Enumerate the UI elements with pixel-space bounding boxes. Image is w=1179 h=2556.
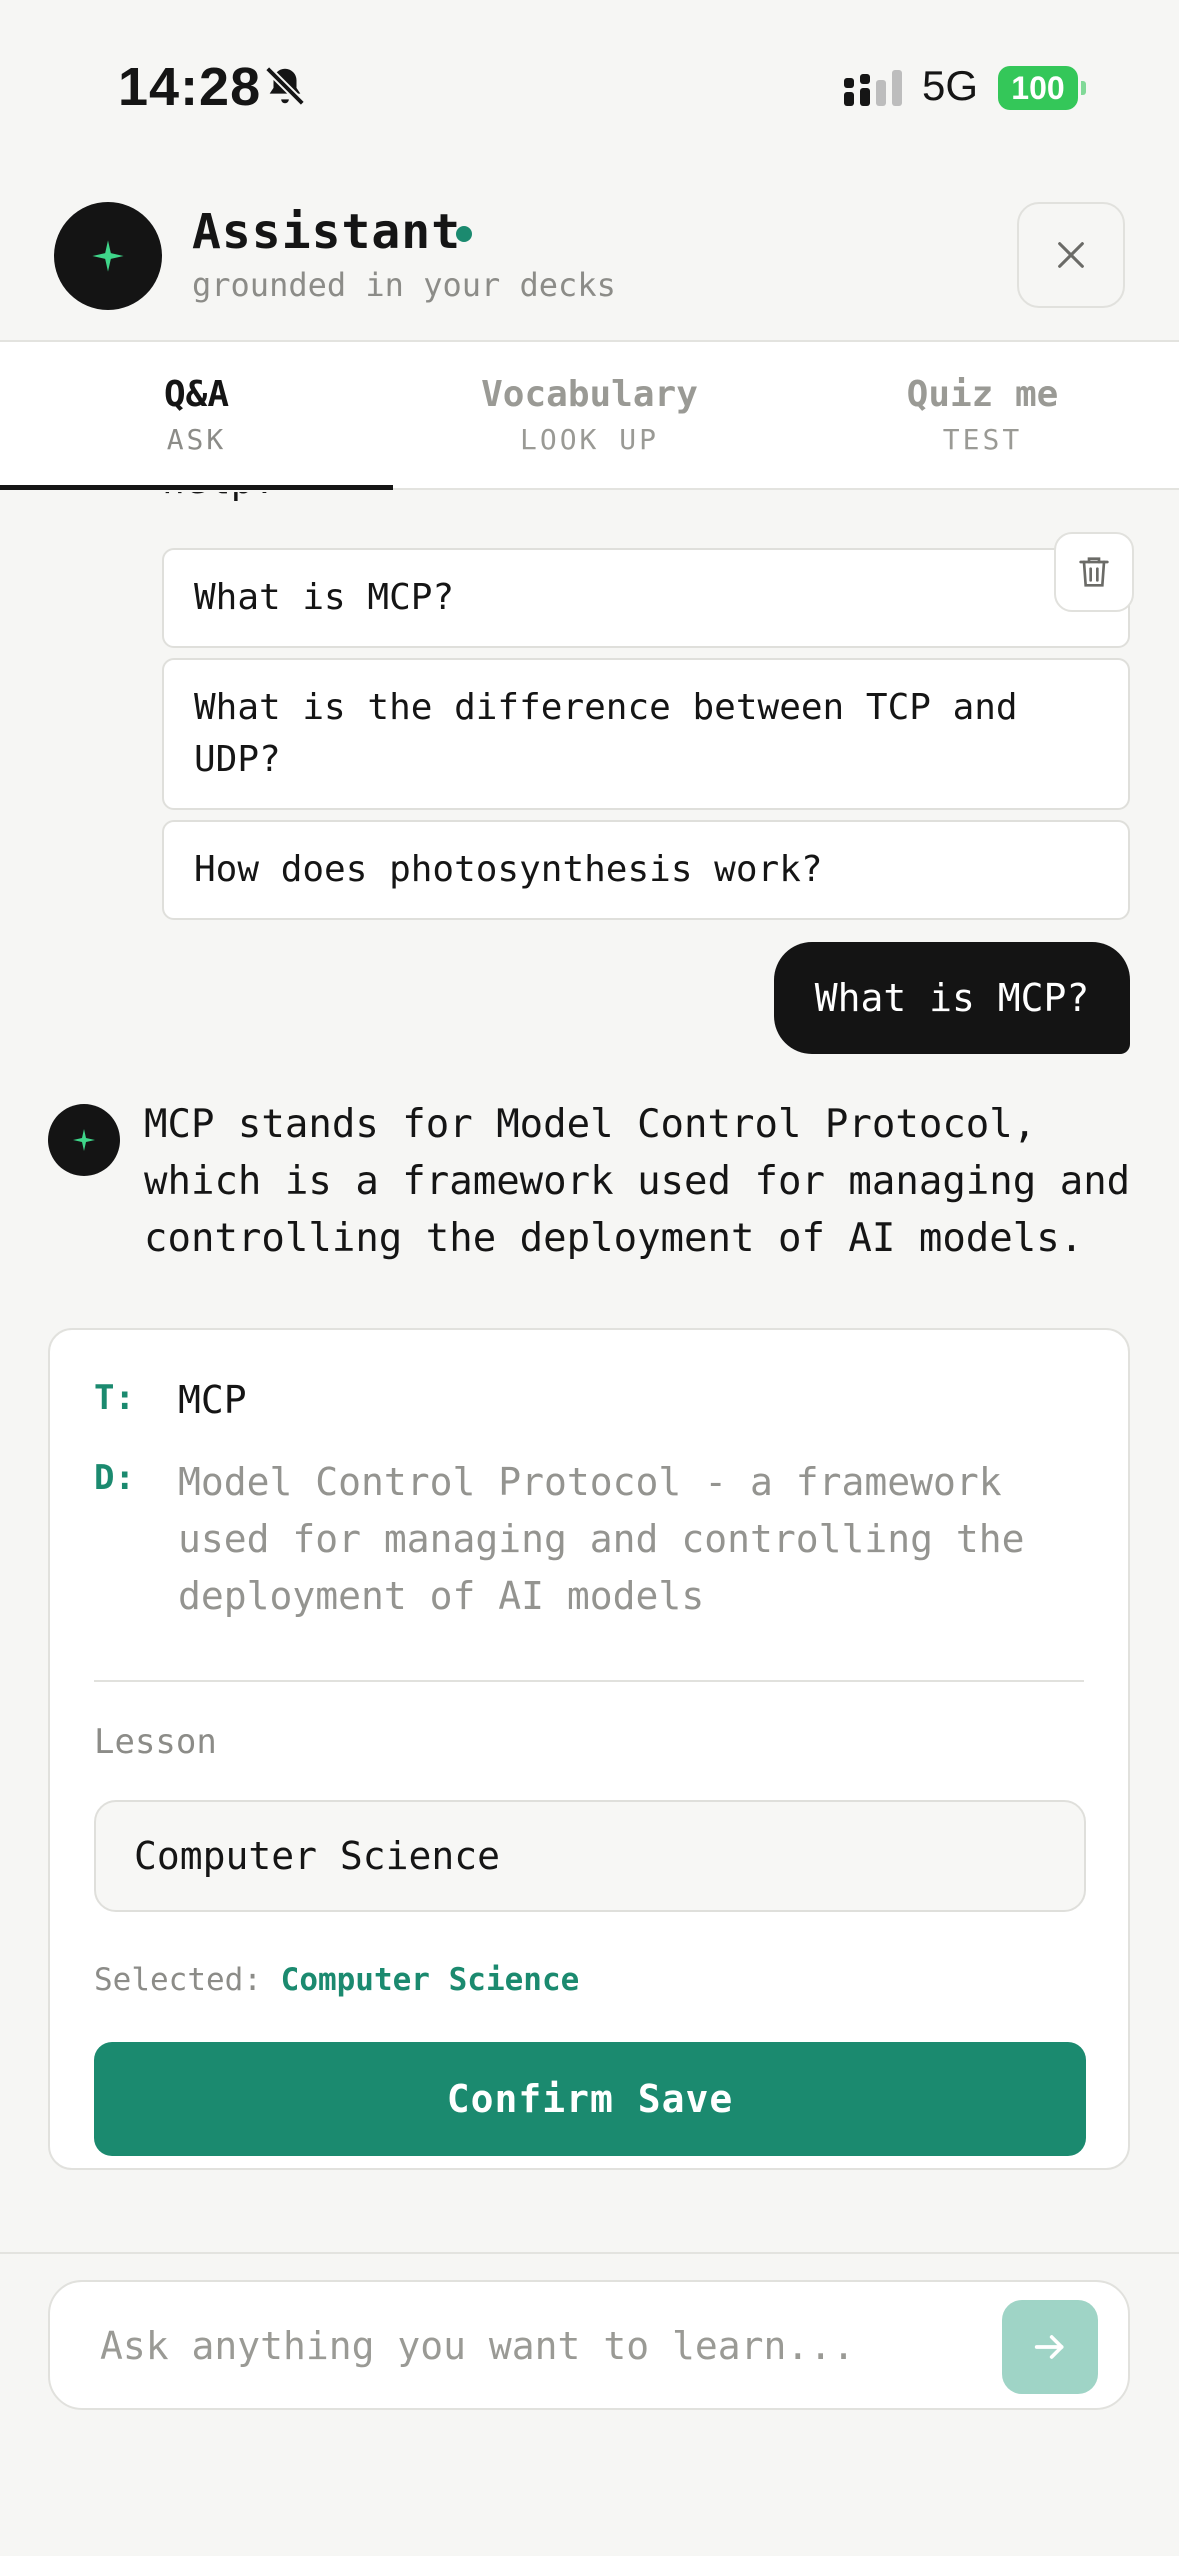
tab-vocabulary[interactable]: Vocabulary LOOK UP	[393, 342, 786, 488]
bell-off-icon	[265, 66, 305, 106]
suggestion-chip[interactable]: What is MCP?	[162, 548, 1130, 648]
user-message-text: What is MCP?	[814, 976, 1090, 1020]
trash-icon	[1079, 557, 1109, 587]
close-button[interactable]	[1017, 202, 1125, 308]
tab-label: Q&A	[163, 374, 230, 415]
sparkle-icon	[92, 240, 124, 272]
online-status-dot	[456, 226, 472, 242]
tab-label: Vocabulary	[481, 374, 698, 415]
page-title: Assistant	[192, 204, 462, 260]
clear-chat-button[interactable]	[1054, 532, 1134, 612]
signal-icon	[844, 70, 902, 106]
term-key: T:	[94, 1378, 135, 1418]
suggestion-chip[interactable]: What is the difference between TCP and U…	[162, 658, 1130, 810]
definition-value: Model Control Protocol - a framework use…	[178, 1460, 1025, 1618]
chat-thread[interactable]: help? What is MCP? What is the differenc…	[0, 492, 1179, 2252]
arrow-right-icon	[1034, 2335, 1064, 2359]
tab-sublabel: LOOK UP	[519, 423, 659, 456]
message-input[interactable]	[100, 2318, 960, 2374]
definition-key: D:	[94, 1458, 135, 1498]
suggestion-chip[interactable]: How does photosynthesis work?	[162, 820, 1130, 920]
save-vocabulary-card: T: MCP D: Model Control Protocol - a fra…	[48, 1328, 1130, 2170]
status-time: 14:28	[118, 57, 262, 117]
bot-message-text: MCP stands for Model Control Protocol, w…	[144, 1102, 1131, 1261]
tab-sublabel: TEST	[942, 423, 1023, 456]
composer-bar	[0, 2252, 1179, 2556]
lesson-label: Lesson	[94, 1722, 217, 1762]
selected-lesson-value: Computer Science	[280, 1962, 580, 1998]
battery-indicator: 100	[998, 66, 1086, 110]
card-divider	[94, 1680, 1084, 1682]
network-label: 5G	[922, 62, 979, 109]
selected-lesson-row: Selected: Computer Science	[94, 1962, 579, 1998]
lesson-field-value: Computer Science	[134, 1834, 501, 1878]
lesson-field[interactable]: Computer Science	[94, 1800, 1086, 1912]
confirm-save-button[interactable]: Confirm Save	[94, 2042, 1086, 2156]
send-button[interactable]	[1002, 2300, 1098, 2394]
confirm-save-label: Confirm Save	[446, 2077, 734, 2121]
tab-quiz[interactable]: Quiz me TEST	[786, 342, 1179, 488]
tab-sublabel: ASK	[166, 423, 227, 456]
user-message-bubble: What is MCP?	[774, 942, 1130, 1054]
bot-avatar	[48, 1104, 120, 1176]
selected-prefix: Selected:	[94, 1962, 262, 1998]
mode-tabs: Q&A ASK Vocabulary LOOK UP Quiz me TEST	[0, 340, 1179, 490]
composer-box	[48, 2280, 1130, 2410]
tab-qa[interactable]: Q&A ASK	[0, 342, 393, 490]
tab-label: Quiz me	[906, 374, 1059, 415]
status-bar: 14:28 5G 100	[0, 0, 1179, 170]
page-subtitle: grounded in your decks	[192, 266, 616, 304]
term-value: MCP	[178, 1378, 247, 1422]
truncated-message-text: help?	[162, 492, 276, 502]
assistant-avatar	[54, 202, 162, 310]
battery-level: 100	[1011, 69, 1065, 106]
assistant-header: Assistant grounded in your decks	[0, 170, 1179, 340]
close-icon	[1058, 242, 1084, 268]
sparkle-icon	[73, 1129, 95, 1151]
